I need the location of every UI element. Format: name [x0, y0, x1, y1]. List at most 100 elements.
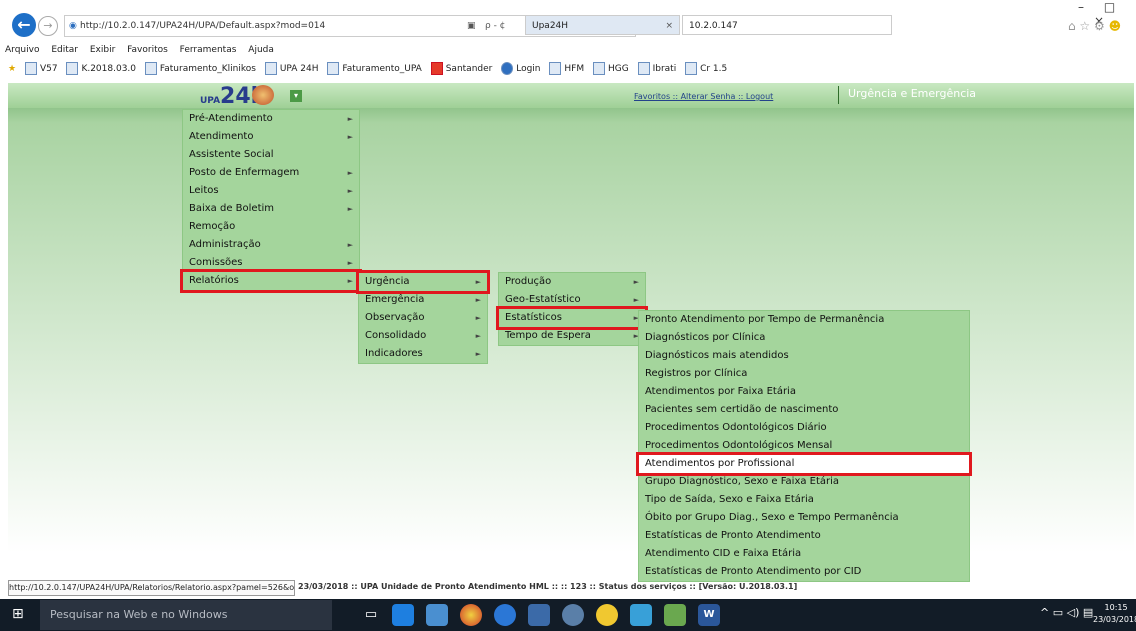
- chrome-icon[interactable]: [460, 604, 482, 626]
- tab-label: Upa24H: [532, 21, 569, 31]
- tab-upa24h[interactable]: Upa24H ×: [525, 15, 680, 35]
- fav-item[interactable]: K.2018.03.0: [66, 58, 136, 80]
- report-item[interactable]: Procedimentos Odontológicos Diário: [639, 419, 969, 437]
- fav-item[interactable]: Faturamento_Klinikos: [144, 58, 256, 80]
- toolbar-icons[interactable]: ⌂ ☆ ⚙ ☻: [1068, 19, 1121, 33]
- page-icon: [144, 62, 157, 75]
- menu-item-consolidado[interactable]: Consolidado ►: [359, 327, 487, 345]
- minimize-icon[interactable]: –: [1078, 0, 1084, 14]
- maximize-icon[interactable]: □: [1104, 0, 1115, 14]
- compatibility-icon[interactable]: ▣: [467, 16, 476, 36]
- fav-item[interactable]: Ibrati: [637, 58, 676, 80]
- page-icon: [327, 62, 340, 75]
- report-item[interactable]: Procedimentos Odontológicos Mensal: [639, 437, 969, 455]
- report-item[interactable]: Estatísticas de Pronto Atendimento: [639, 527, 969, 545]
- report-item-atendimentos-por-profissional[interactable]: Atendimentos por Profissional: [636, 452, 972, 476]
- forward-button[interactable]: →: [38, 16, 58, 36]
- taskbar-search[interactable]: Pesquisar na Web e no Windows: [40, 600, 332, 630]
- back-button[interactable]: ←: [12, 13, 36, 37]
- clock-date: 23/03/2018: [1093, 615, 1136, 624]
- favorites-star-icon[interactable]: ★: [8, 64, 16, 74]
- app-icon[interactable]: [562, 604, 584, 626]
- estatisticos-submenu: Pronto Atendimento por Tempo de Permanên…: [636, 310, 972, 582]
- menu-item-assistente-social[interactable]: Assistente Social: [183, 146, 359, 164]
- menu-item-pre-atendimento[interactable]: Pré-Atendimento ►: [183, 110, 359, 128]
- menu-favoritos[interactable]: Favoritos: [127, 45, 168, 55]
- fav-item[interactable]: Cr 1.5: [685, 58, 727, 80]
- app-icon[interactable]: [630, 604, 652, 626]
- browser-menubar: Arquivo Editar Exibir Favoritos Ferramen…: [0, 40, 1136, 60]
- report-item[interactable]: Diagnósticos mais atendidos: [639, 347, 969, 365]
- app-icon[interactable]: [528, 604, 550, 626]
- menu-item-estatisticos[interactable]: Estatísticos ►: [496, 306, 648, 330]
- menu-item-posto-enfermagem[interactable]: Posto de Enfermagem ►: [183, 164, 359, 182]
- fav-item[interactable]: V57: [24, 58, 58, 80]
- menu-item-producao[interactable]: Produção ►: [499, 273, 645, 291]
- menu-item-remocao[interactable]: Remoção: [183, 218, 359, 236]
- tab-label: 10.2.0.147: [689, 21, 738, 31]
- internet-explorer-icon[interactable]: [494, 604, 516, 626]
- app-status-text: 23/03/2018 :: UPA Unidade de Pronto Aten…: [298, 582, 798, 591]
- report-item[interactable]: Registros por Clínica: [639, 365, 969, 383]
- windows-start-icon[interactable]: ⊞: [12, 606, 24, 622]
- menu-ajuda[interactable]: Ajuda: [248, 45, 274, 55]
- menu-item-tempo-espera[interactable]: Tempo de Espera ►: [499, 327, 645, 345]
- report-item[interactable]: Pronto Atendimento por Tempo de Permanên…: [639, 311, 969, 329]
- app-icon[interactable]: [596, 604, 618, 626]
- fav-item[interactable]: HGG: [592, 58, 629, 80]
- status-url: http://10.2.0.147/UPA24H/UPA/Relatorios/…: [8, 580, 295, 596]
- fav-item[interactable]: HFM: [549, 58, 584, 80]
- page-icon: [549, 62, 562, 75]
- report-item[interactable]: Óbito por Grupo Diag., Sexo e Tempo Perm…: [639, 509, 969, 527]
- menu-exibir[interactable]: Exibir: [90, 45, 115, 55]
- menu-item-emergencia[interactable]: Emergência ►: [359, 291, 487, 309]
- tab-ip[interactable]: 10.2.0.147: [682, 15, 892, 35]
- smiley-icon[interactable]: ☻: [1109, 19, 1122, 33]
- tab-close-icon[interactable]: ×: [665, 16, 673, 36]
- page-icon: [264, 62, 277, 75]
- report-item[interactable]: Tipo de Saída, Sexo e Faixa Etária: [639, 491, 969, 509]
- menu-item-baixa-boletim[interactable]: Baixa de Boletim ►: [183, 200, 359, 218]
- page-icon: [592, 62, 605, 75]
- report-item[interactable]: Diagnósticos por Clínica: [639, 329, 969, 347]
- taskbar-clock[interactable]: 10:15 23/03/2018: [1093, 602, 1136, 626]
- edge-icon[interactable]: [392, 604, 414, 626]
- report-item[interactable]: Atendimento CID e Faixa Etária: [639, 545, 969, 563]
- report-item[interactable]: Grupo Diagnóstico, Sexo e Faixa Etária: [639, 473, 969, 491]
- task-view-icon[interactable]: ▭: [360, 604, 382, 626]
- clock-time: 10:15: [1104, 603, 1128, 612]
- fav-item[interactable]: Faturamento_UPA: [327, 58, 422, 80]
- fav-item[interactable]: UPA 24H: [264, 58, 319, 80]
- santander-icon: [430, 62, 443, 75]
- file-explorer-icon[interactable]: [426, 604, 448, 626]
- address-url: http://10.2.0.147/UPA24H/UPA/Default.asp…: [80, 21, 326, 31]
- menu-item-atendimento[interactable]: Atendimento ►: [183, 128, 359, 146]
- fav-item[interactable]: Santander: [430, 58, 492, 80]
- relatorios-submenu: Urgência ► Emergência ► Observação ► Consol…: [356, 270, 490, 364]
- menu-editar[interactable]: Editar: [51, 45, 78, 55]
- system-tray[interactable]: ^ ▭ ◁) ▤: [1040, 606, 1093, 619]
- top-links[interactable]: Favoritos :: Alterar Senha :: Logout: [634, 92, 773, 101]
- menu-ferramentas[interactable]: Ferramentas: [180, 45, 237, 55]
- search-refresh-controls[interactable]: ρ - ¢: [485, 16, 505, 36]
- menu-item-indicadores[interactable]: Indicadores ►: [359, 345, 487, 363]
- menu-item-administracao[interactable]: Administração ►: [183, 236, 359, 254]
- menu-item-relatorios[interactable]: Relatórios ►: [180, 269, 362, 293]
- report-item[interactable]: Estatísticas de Pronto Atendimento por C…: [639, 563, 969, 581]
- menu-arquivo[interactable]: Arquivo: [5, 45, 39, 55]
- page-icon: [24, 62, 37, 75]
- word-icon[interactable]: W: [698, 604, 720, 626]
- logo-dropdown-icon[interactable]: ▾: [290, 90, 302, 102]
- menu-item-leitos[interactable]: Leitos ►: [183, 182, 359, 200]
- mascot-icon: [252, 85, 274, 105]
- report-item[interactable]: Pacientes sem certidão de nascimento: [639, 401, 969, 419]
- app-icon[interactable]: [664, 604, 686, 626]
- page-icon: [66, 62, 79, 75]
- fav-item[interactable]: Login: [501, 58, 541, 80]
- header-divider: [838, 86, 839, 104]
- menu-item-observacao[interactable]: Observação ►: [359, 309, 487, 327]
- menu-item-urgencia[interactable]: Urgência ►: [356, 270, 490, 294]
- menu-item-comissoes[interactable]: Comissões ►: [183, 254, 359, 272]
- menu-item-geo-estatistico[interactable]: Geo-Estatístico ►: [499, 291, 645, 309]
- report-item[interactable]: Atendimentos por Faixa Etária: [639, 383, 969, 401]
